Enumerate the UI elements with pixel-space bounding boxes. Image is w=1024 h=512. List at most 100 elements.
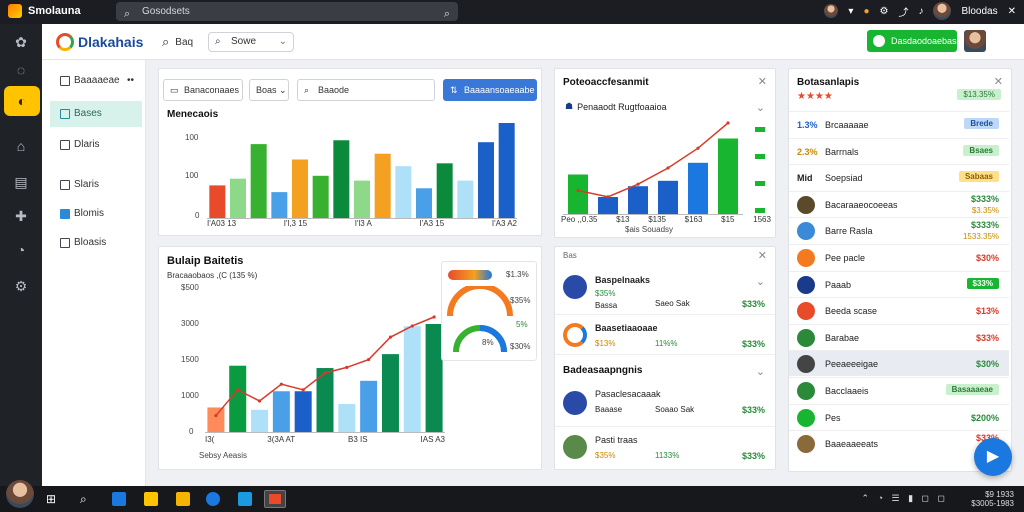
close-icon[interactable]: ✕ [758,249,767,262]
chevron-down-icon[interactable]: ⌄ [756,365,765,378]
row-icon [797,195,815,214]
panel-row[interactable]: Beeda scase $13% [789,297,1009,323]
system-tray: $9 1933 $3005-1983 [971,490,1014,508]
panel-row[interactable]: Mid Soepsiad Sabaas [789,164,1009,190]
panel-row[interactable]: 2.3% Barrnals Bsaes [789,137,1009,164]
global-search-input[interactable]: ⌕ Gosodsets ⌕ [116,2,458,21]
play-fab-button[interactable]: ▶ [974,438,1012,476]
checkbox-icon [60,140,70,150]
row-label: Paaab [825,279,852,290]
puzzle-icon[interactable]: ✚ [11,206,31,226]
close-icon[interactable]: ✕ [994,75,1003,88]
panel-row[interactable]: Pee pacle $30% [789,244,1009,270]
bell-icon[interactable]: ♪ [918,6,923,17]
notification-icon[interactable]: ● [863,6,869,17]
sidebar-item-5[interactable]: Bloasis [50,230,142,256]
folder-icon[interactable] [176,492,190,506]
toolbar-select[interactable]: Boas ⌄ [249,79,289,101]
dropdown-icon[interactable]: ▾ [848,6,853,17]
gauge-icon[interactable]: ◔ [11,240,31,260]
close-icon[interactable]: ✕ [1008,6,1016,17]
bar [229,365,247,433]
bar [374,153,391,219]
bar [658,180,678,215]
x-tick: 1563 [753,215,771,224]
header-search[interactable]: ⌕ Baq [162,34,193,50]
active-app-icon[interactable] [264,490,286,508]
list-item[interactable]: Baspelnaaks $35% Bassa Saeo Sak $33% ⌄ [555,269,775,315]
panel-row[interactable]: Barre Rasla $333% 1533.35% [789,217,1009,243]
legend-swatch [755,127,765,132]
clock-date[interactable]: $3005-1983 [971,499,1014,508]
list-item[interactable]: Baasetiaaoaae $13% 11%% $33% [555,319,775,355]
bar [478,142,494,219]
tray-icons[interactable]: ⌃ ◔ ☰ ▮ ◻ ◻ [862,493,948,504]
panel-row[interactable]: Peeaeeeigae $30% [789,350,1009,377]
store-icon[interactable] [238,492,252,506]
sidebar-item-1[interactable]: Bases [50,101,142,127]
dashboard-icon[interactable]: ◐ [4,86,40,116]
search-icon[interactable]: ⌕ [80,492,94,506]
toolbar-button-1[interactable]: ▭ Banaconaaes [163,79,243,101]
primary-action-button[interactable]: Dasdaodoaebase [867,30,962,52]
header-select[interactable]: ⌕ Sowe ⌄ [208,32,294,52]
line-point [576,188,580,193]
browser-icon[interactable] [206,492,220,506]
settings-icon[interactable]: ⚙ [880,6,889,17]
user-avatar[interactable] [933,2,952,20]
apps-icon[interactable]: ✿ [11,32,31,52]
line-point [214,413,218,418]
toolbar-action-button[interactable]: ⇅ Baaaansoaeaabe ⌄ [443,79,537,115]
sidebar-item-2[interactable]: Dlaris [50,132,142,158]
x-tick: I3( [205,435,215,444]
list-item[interactable]: Pasti traas $35% 1133% $33% [555,431,775,467]
panel-row[interactable]: Paaab $33% [789,270,1009,297]
chat-icon[interactable]: ◌ [11,60,31,80]
panel-row[interactable]: Bacclaaeis Basaaaeae [789,377,1009,403]
user-avatar-small[interactable] [824,4,839,18]
start-icon[interactable]: ⊞ [46,492,60,506]
home-icon[interactable]: ⌂ [11,136,31,156]
row-label: Barabae [825,332,860,343]
list-item[interactable]: Pasaclesacaaak Baaase Soaao Sak $33% [555,383,775,427]
x-tick: 3(3A AT [267,435,296,444]
chevron-down-icon[interactable]: ⌄ [756,275,765,288]
bar [416,188,432,219]
panel-row[interactable]: Bacaraaeocoeeas $333% $3.35% [789,190,1009,217]
x-tick: $13 [616,215,630,224]
pin-icon[interactable]: ⤴ [898,4,908,19]
settings-icon[interactable]: ⚙ [11,276,31,296]
bar [272,391,290,433]
document-icon[interactable]: ▤ [11,172,31,192]
sidebar-item-3[interactable]: Slaris [50,172,142,198]
chevron-down-icon[interactable]: ⌄ [756,101,765,114]
clock-time[interactable]: $9 1933 [971,490,1014,499]
search-icon[interactable]: ⌕ [444,5,450,24]
row-label: Pes [825,412,841,423]
panel-row[interactable]: Pes $200% [789,403,1009,430]
x-tick: I'A3 A2 [491,219,517,228]
row-label: Beeda scase [825,306,878,317]
sidebar-item-4[interactable]: Blomis [50,201,142,227]
folder-icon[interactable] [144,492,158,506]
panel-row[interactable]: Barabae $33% [789,323,1009,350]
user-avatar[interactable] [6,480,34,508]
app-icon[interactable] [112,492,126,506]
line-point [323,371,327,375]
section-head: Bas [563,251,577,260]
x-tick: I'l3 A [354,219,372,228]
y-tick: 0 [195,211,200,220]
profile-avatar[interactable] [964,30,986,52]
more-icon[interactable]: •• [127,68,134,94]
panel-row[interactable]: 1.3% Brcaaaaae Brede [789,111,1009,137]
user-name[interactable]: Bloodas [961,6,997,17]
bar [312,175,329,219]
sidebar-item-0[interactable]: Baaaaeae •• [50,68,142,94]
toolbar-search[interactable]: ⌕ Baaode [297,79,435,101]
bar [292,159,308,219]
bar [338,404,356,433]
card-title: Poteoaccfesanmit [563,77,649,88]
bar [457,180,474,219]
close-icon[interactable]: ✕ [758,75,767,88]
bar [381,354,399,433]
